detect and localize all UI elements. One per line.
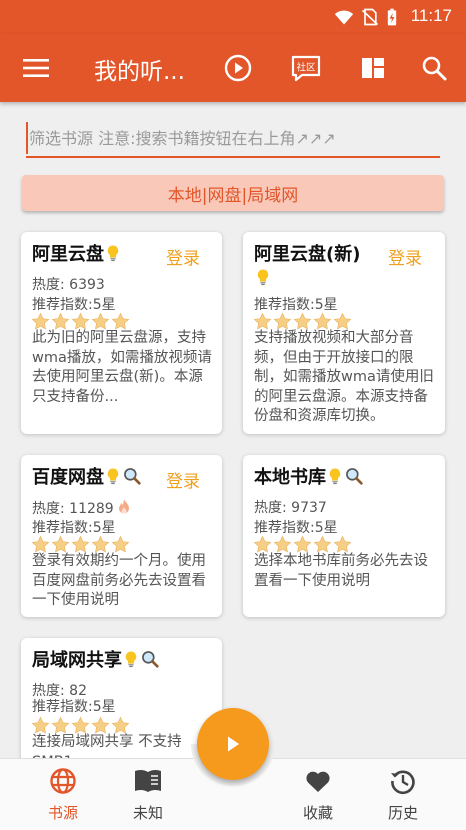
search-button[interactable] xyxy=(417,51,451,85)
dashboard-button[interactable] xyxy=(356,51,390,85)
source-card[interactable]: 阿里云盘 登录 热度: 6393 推荐指数:5星 此为旧的阿里云盘源，支持wma… xyxy=(21,232,222,434)
card-description: 选择本地书库前务必先去设置看一下使用说明 xyxy=(254,553,428,589)
heat-text: 热度: 9737 xyxy=(254,500,327,516)
heart-icon xyxy=(306,771,330,792)
bulb-icon xyxy=(122,649,140,669)
nav-item-history[interactable]: 历史 xyxy=(373,767,433,823)
nav-label: 书源 xyxy=(47,804,78,822)
fire-icon xyxy=(118,499,129,514)
card-description: 支持播放视频和大部分音频，但由于开放接口的限制，如需播放wma请使用旧的阿里云盘… xyxy=(254,330,434,424)
card-title: 本地书库 xyxy=(254,466,364,490)
wifi-icon xyxy=(334,10,354,25)
page-title: 我的听... xyxy=(94,59,185,85)
login-button[interactable]: 登录 xyxy=(166,244,200,269)
heat-text: 热度: 11289 xyxy=(32,501,114,517)
source-card[interactable]: 百度网盘 登录 热度: 11289 推荐指数:5星 登录有效期约一个月。使用百度… xyxy=(21,455,222,617)
magnifier-icon xyxy=(140,649,160,669)
app-bar: 我的听... 社区 xyxy=(0,34,466,102)
heat-text: 热度: 6393 xyxy=(32,277,105,293)
nav-label: 收藏 xyxy=(302,804,333,822)
bulb-icon xyxy=(104,466,122,486)
no-sim-icon xyxy=(361,8,379,26)
play-fab[interactable] xyxy=(197,708,269,780)
card-title: 百度网盘 xyxy=(32,466,142,490)
nav-item-unknown[interactable]: 未知 xyxy=(118,767,178,823)
bulb-icon xyxy=(254,267,272,287)
filter-field xyxy=(26,122,440,158)
battery-icon xyxy=(387,8,397,26)
globe-icon xyxy=(50,768,76,794)
source-card[interactable]: 阿里云盘(新) 登录 推荐指数:5星 支持播放视频和大部分音频，但由于开放接口的… xyxy=(243,232,445,434)
card-title: 阿里云盘(新) xyxy=(254,243,384,291)
play-circle-button[interactable] xyxy=(221,51,255,85)
filter-input[interactable] xyxy=(26,122,440,154)
card-title: 局域网共享 xyxy=(32,649,160,673)
group-filter-label: 本地|网盘|局域网 xyxy=(167,185,299,206)
dashboard-icon xyxy=(362,58,384,78)
history-icon xyxy=(391,770,415,795)
nav-item-favorites[interactable]: 收藏 xyxy=(288,767,348,823)
nav-item-sources[interactable]: 书源 xyxy=(33,767,93,823)
status-time: 11:17 xyxy=(410,6,452,25)
card-description: 此为旧的阿里云盘源，支持wma播放，如需播放视频请去使用阿里云盘(新)。本源只支… xyxy=(32,330,212,405)
nav-label: 未知 xyxy=(132,804,163,822)
magnifier-icon xyxy=(344,466,364,486)
book-icon xyxy=(135,769,161,792)
community-icon-label: 社区 xyxy=(296,62,316,74)
rating-text: 推荐指数:5星 xyxy=(32,699,116,715)
source-card[interactable]: 本地书库 热度: 9737 推荐指数:5星 选择本地书库前务必先去设置看一下使用… xyxy=(243,455,445,617)
magnifier-icon xyxy=(122,466,142,486)
login-button[interactable]: 登录 xyxy=(388,244,422,269)
group-filter-button[interactable]: 本地|网盘|局域网 xyxy=(22,175,444,211)
nav-label: 历史 xyxy=(387,804,418,822)
community-button[interactable]: 社区 xyxy=(289,51,323,85)
menu-button[interactable] xyxy=(19,51,53,85)
login-button[interactable]: 登录 xyxy=(166,467,200,492)
play-icon xyxy=(228,736,239,752)
menu-icon xyxy=(23,59,49,77)
card-title: 阿里云盘 xyxy=(32,243,122,267)
heat-row: 热度: 11289 xyxy=(32,499,130,518)
card-description: 登录有效期约一个月。使用百度网盘前务必先去设置看一下使用说明 xyxy=(32,553,206,608)
bulb-icon xyxy=(326,466,344,486)
status-bar: 11:17 xyxy=(0,0,466,34)
search-icon xyxy=(422,56,447,81)
play-circle-icon xyxy=(224,54,252,82)
bulb-icon xyxy=(104,243,122,263)
community-icon: 社区 xyxy=(291,55,321,82)
